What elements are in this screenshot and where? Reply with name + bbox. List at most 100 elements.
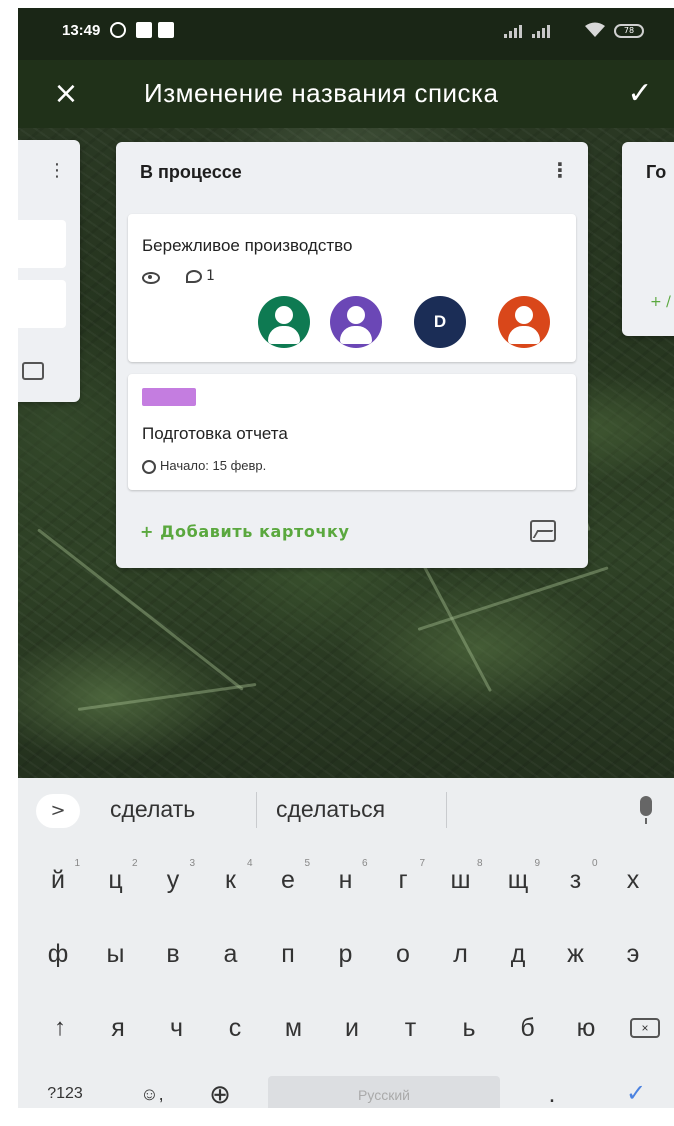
board-list-partial-left[interactable]: ⋮ xyxy=(18,140,80,402)
key-letter[interactable]: з0 xyxy=(550,852,602,908)
period-key[interactable]: . xyxy=(526,1066,578,1108)
image-icon[interactable] xyxy=(22,362,44,380)
key-number-hint: 8 xyxy=(476,858,483,869)
key-letter[interactable]: ю xyxy=(560,1000,612,1056)
key-label: ж xyxy=(567,940,584,968)
card[interactable]: Подготовка отчета Начало: 15 февр. xyxy=(128,374,576,490)
key-letter[interactable]: с xyxy=(209,1000,261,1056)
key-number-hint: 5 xyxy=(304,858,310,869)
key-label: м xyxy=(284,1014,303,1042)
key-letter[interactable]: н6 xyxy=(320,852,372,908)
key-label: п xyxy=(281,940,295,968)
key-label: э xyxy=(626,940,640,968)
key-number-hint: 0 xyxy=(591,858,598,869)
key-letter[interactable]: р xyxy=(320,926,372,982)
key-letter[interactable]: п xyxy=(262,926,314,982)
avatar[interactable] xyxy=(258,296,310,348)
key-letter[interactable]: й1 xyxy=(32,852,84,908)
shift-key[interactable]: ↑ xyxy=(34,1000,86,1056)
key-letter[interactable]: д xyxy=(492,926,544,982)
card-label xyxy=(142,388,196,406)
image-icon[interactable] xyxy=(530,520,556,542)
expand-suggestions-button[interactable]: > xyxy=(36,794,80,828)
enter-key[interactable]: ✓ xyxy=(610,1066,662,1108)
key-letter[interactable]: ш8 xyxy=(435,852,487,908)
list-card[interactable] xyxy=(18,280,66,328)
key-letter[interactable]: я xyxy=(92,1000,144,1056)
key-letter[interactable]: л xyxy=(435,926,487,982)
backspace-key[interactable]: × xyxy=(630,1018,660,1038)
key-label: и xyxy=(345,1014,359,1042)
key-label: т xyxy=(404,1014,417,1042)
key-letter[interactable]: б xyxy=(502,1000,554,1056)
key-label: з xyxy=(569,866,582,894)
key-letter[interactable]: ы xyxy=(90,926,142,982)
key-letter[interactable]: и xyxy=(326,1000,378,1056)
key-letter[interactable]: г7 xyxy=(377,852,429,908)
alarm-icon xyxy=(110,22,126,38)
avatar[interactable] xyxy=(498,296,550,348)
key-letter[interactable]: т xyxy=(385,1000,437,1056)
suggestion[interactable]: сделаться xyxy=(276,796,385,823)
key-letter[interactable]: о xyxy=(377,926,429,982)
key-letter[interactable]: е5 xyxy=(262,852,314,908)
key-letter[interactable]: х xyxy=(607,852,659,908)
key-letter[interactable]: ь xyxy=(443,1000,495,1056)
key-letter[interactable]: к4 xyxy=(205,852,257,908)
key-label: ы xyxy=(106,940,125,968)
key-letter[interactable]: в xyxy=(147,926,199,982)
key-number-hint: 6 xyxy=(361,858,368,869)
key-number-hint: 2 xyxy=(131,858,138,869)
key-label: у xyxy=(166,866,180,894)
key-label: в xyxy=(166,940,180,968)
notification-icon xyxy=(136,22,152,38)
notification-icon xyxy=(158,22,174,38)
space-key[interactable]: Русский xyxy=(268,1076,500,1108)
key-letter[interactable]: а xyxy=(205,926,257,982)
microphone-icon[interactable] xyxy=(640,796,652,824)
key-label: г xyxy=(398,866,408,894)
suggestion-bar: > сделать сделаться xyxy=(18,778,674,842)
emoji-key[interactable]: ☺, xyxy=(126,1066,178,1108)
key-letter[interactable]: ц2 xyxy=(90,852,142,908)
suggestion[interactable]: сделать xyxy=(110,796,195,823)
key-label: ш xyxy=(450,866,471,894)
key-label: б xyxy=(520,1014,535,1042)
key-letter[interactable]: ж xyxy=(550,926,602,982)
key-letter[interactable]: ф xyxy=(32,926,84,982)
app-toolbar: × Изменение названия списка ✓ xyxy=(18,60,674,128)
board-list-partial-right[interactable]: Го + / xyxy=(622,142,674,336)
key-label: х xyxy=(626,866,640,894)
avatar[interactable]: D xyxy=(414,296,466,348)
list-title[interactable]: В процессе xyxy=(140,162,242,183)
key-letter[interactable]: ч xyxy=(151,1000,203,1056)
list-menu-icon[interactable]: ⋮ xyxy=(550,158,570,182)
board-list: В процессе ⋮ Бережливое производство 1 D… xyxy=(116,142,588,568)
globe-icon[interactable]: ⊕ xyxy=(194,1066,246,1108)
key-label: н xyxy=(338,866,353,894)
key-number-hint: 9 xyxy=(534,858,540,869)
add-card-button[interactable]: + Добавить карточку xyxy=(140,522,350,541)
list-title: Го xyxy=(646,162,667,182)
key-label: с xyxy=(228,1014,242,1042)
key-letter[interactable]: м xyxy=(268,1000,320,1056)
eye-icon xyxy=(142,272,160,284)
page-title: Изменение названия списка xyxy=(144,78,499,108)
close-icon[interactable]: × xyxy=(46,74,86,114)
avatar[interactable] xyxy=(330,296,382,348)
list-card[interactable] xyxy=(18,220,66,268)
key-label: ь xyxy=(462,1014,476,1042)
key-label: р xyxy=(338,940,353,968)
symbols-key[interactable]: ?123 xyxy=(30,1066,100,1108)
add-card-button[interactable]: + / xyxy=(650,294,671,310)
battery-icon: 78 xyxy=(614,24,644,38)
card-start-date: Начало: 15 февр. xyxy=(160,458,267,473)
card[interactable]: Бережливое производство 1 D xyxy=(128,214,576,362)
confirm-icon[interactable]: ✓ xyxy=(620,74,660,114)
key-letter[interactable]: у3 xyxy=(147,852,199,908)
list-menu-icon[interactable]: ⋮ xyxy=(48,160,66,181)
key-number-hint: 3 xyxy=(189,858,195,869)
key-letter[interactable]: щ9 xyxy=(492,852,544,908)
key-label: й xyxy=(51,866,65,894)
key-letter[interactable]: э xyxy=(607,926,659,982)
